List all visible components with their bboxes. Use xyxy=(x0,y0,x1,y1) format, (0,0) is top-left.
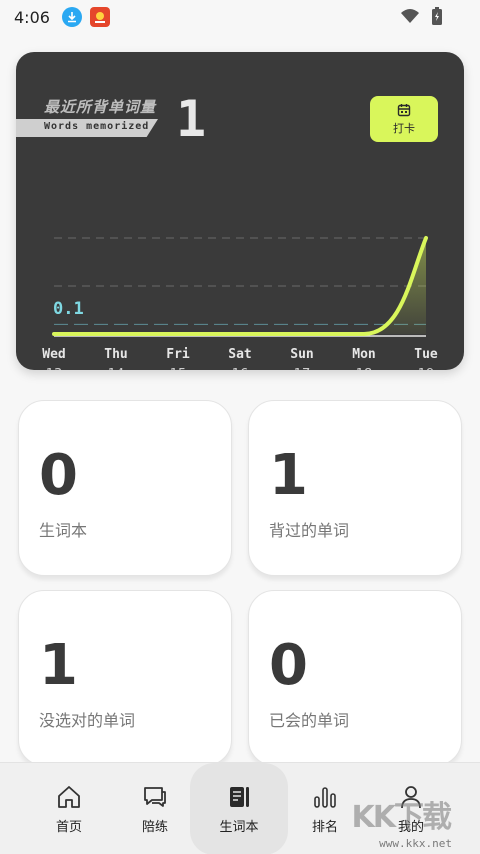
stat-value: 1 xyxy=(269,443,308,508)
tab-label: 排名 xyxy=(311,819,338,835)
calendar-icon xyxy=(397,103,411,116)
bottom-tab-bar: 首页 陪练 生词本 排名 我的 KK下载 www.kkx.net xyxy=(0,762,480,854)
tab-label: 生词本 xyxy=(219,819,259,835)
watermark-url: www.kkx.net xyxy=(379,837,452,850)
app-notification-icon xyxy=(89,7,110,27)
hero-subtitle: Words memorized xyxy=(44,121,150,132)
x-tick-day: Wed xyxy=(42,347,65,362)
notebook-icon xyxy=(230,786,249,807)
x-tick-date: 13 xyxy=(46,367,63,370)
stat-label: 没选对的单词 xyxy=(39,711,136,730)
bar-chart-icon xyxy=(314,786,336,808)
x-tick-day: Fri xyxy=(166,347,190,362)
x-tick-date: 18 xyxy=(356,367,373,370)
hero-title: 最近所背单词量 xyxy=(44,98,157,116)
stat-value: 0 xyxy=(269,633,308,698)
tab-vocabulary[interactable]: 生词本 xyxy=(200,763,278,854)
status-right-icons xyxy=(400,6,444,26)
stat-card-vocabulary[interactable]: 0 生词本 xyxy=(18,400,232,576)
tab-home[interactable]: 首页 xyxy=(30,763,108,854)
checkin-label: 打卡 xyxy=(393,121,415,135)
stat-card-reviewed-words[interactable]: 1 背过的单词 xyxy=(248,400,462,576)
stat-label: 背过的单词 xyxy=(269,521,350,540)
memorized-count: 1 xyxy=(176,90,207,148)
wifi-icon xyxy=(401,9,419,23)
x-tick-day: Tue xyxy=(414,347,438,362)
battery-icon xyxy=(432,7,442,25)
x-tick-day: Sat xyxy=(228,347,251,362)
home-icon xyxy=(58,785,80,808)
words-trend-chart: 0.1 Wed 13 Thu 14 Fri 15 Sat 16 Sun 17 Mon 18 Tue 19 xyxy=(42,236,438,370)
stat-value: 0 xyxy=(39,443,78,508)
chat-icon xyxy=(144,786,166,807)
watermark-logo: KK下载 xyxy=(351,800,452,835)
x-tick-date: 16 xyxy=(232,367,249,370)
tab-label: 首页 xyxy=(55,819,82,835)
tab-practice[interactable]: 陪练 xyxy=(116,763,194,854)
stat-card-wrong-words[interactable]: 1 没选对的单词 xyxy=(18,590,232,766)
tab-label: 陪练 xyxy=(141,819,168,835)
status-time: 4:06 xyxy=(14,7,50,27)
stat-card-known-words[interactable]: 0 已会的单词 xyxy=(248,590,462,766)
stat-label: 已会的单词 xyxy=(269,711,350,730)
x-tick-day: Sun xyxy=(290,347,313,362)
status-bar: 4:06 xyxy=(0,0,480,34)
memorized-summary-card: 最近所背单词量 Words memorized 1 打卡 0.1 Wed Thu… xyxy=(16,52,464,370)
x-tick-day: Mon xyxy=(352,347,375,362)
stat-label: 生词本 xyxy=(39,521,88,540)
x-tick-date: 14 xyxy=(108,367,125,370)
download-icon xyxy=(61,7,82,27)
x-tick-day: Thu xyxy=(104,347,127,362)
app-screen: 4:06 最近所背单词量 Words memorized 1 打卡 0.1 We… xyxy=(0,0,480,854)
stat-value: 1 xyxy=(39,633,78,698)
x-tick-date: 19 xyxy=(418,367,435,370)
x-tick-date: 17 xyxy=(294,367,311,370)
x-tick-date: 15 xyxy=(170,367,187,370)
checkin-button[interactable]: 打卡 xyxy=(370,96,438,142)
reference-value-label: 0.1 xyxy=(53,299,84,319)
